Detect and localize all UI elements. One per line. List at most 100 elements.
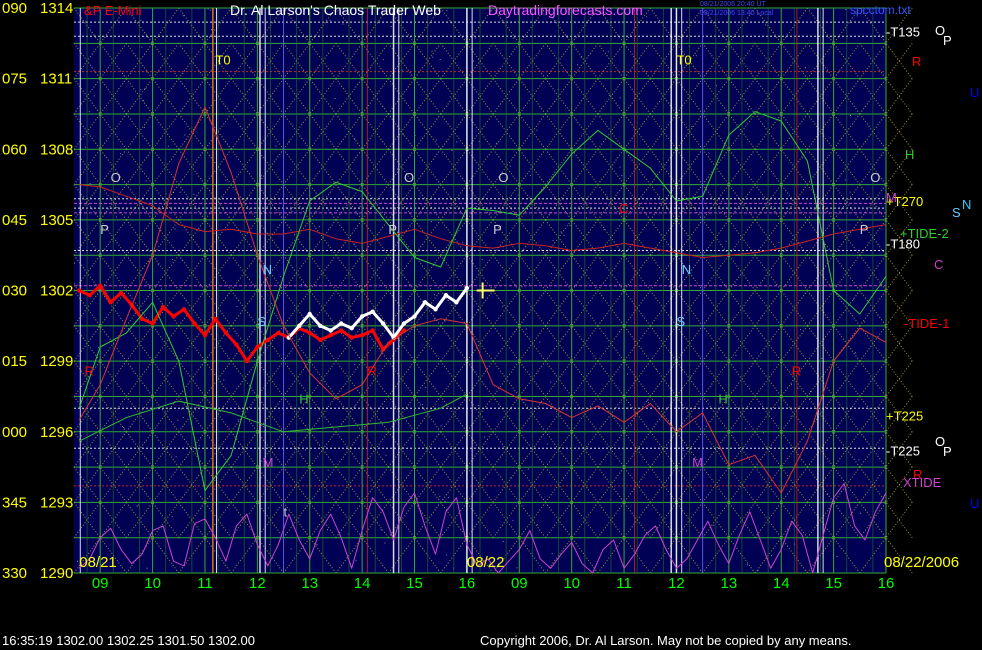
star-dot	[172, 259, 174, 260]
star-dot	[167, 145, 169, 147]
price-point	[328, 333, 333, 338]
star-dot	[290, 548, 292, 550]
star-dot	[771, 555, 772, 557]
side-legend-label: -TIDE-1	[904, 316, 950, 331]
price-point	[464, 285, 470, 291]
side-legend-label: P	[943, 444, 952, 459]
star-dot	[446, 554, 448, 556]
star-dot	[179, 191, 181, 193]
footer-copyright: Copyright 2006, Dr. Al Larson. May not b…	[480, 633, 851, 648]
star-dot	[161, 288, 162, 290]
star-dot	[446, 10, 448, 12]
level-label: -T225	[886, 444, 920, 459]
star-dot	[425, 386, 427, 388]
star-dot	[707, 399, 709, 401]
x-tick-label: 10	[144, 575, 161, 592]
star-dot	[502, 305, 504, 307]
x-tick-label: 09	[92, 575, 109, 592]
star-dot	[536, 129, 538, 131]
star-dot	[836, 556, 838, 557]
star-dot	[143, 126, 145, 128]
price-point	[181, 307, 187, 312]
star-dot	[854, 352, 856, 354]
star-dot	[116, 216, 117, 218]
star-dot	[344, 197, 346, 199]
price-point	[139, 316, 145, 321]
star-dot	[364, 426, 366, 428]
star-dot	[451, 150, 453, 151]
star-dot	[821, 357, 823, 359]
star-dot	[765, 24, 767, 26]
star-dot	[863, 321, 865, 323]
chart-marker-label: N	[263, 262, 272, 277]
star-dot	[275, 145, 277, 147]
star-dot	[509, 165, 511, 167]
star-dot	[327, 529, 328, 531]
star-dot	[182, 417, 184, 418]
star-dot	[725, 240, 727, 242]
date-label: 08/22	[467, 554, 505, 571]
chart-marker-label: S	[676, 314, 685, 329]
price-point	[255, 344, 260, 350]
star-dot	[193, 193, 195, 195]
star-dot	[293, 441, 295, 443]
star-dot	[88, 111, 90, 113]
star-dot	[175, 456, 177, 458]
star-dot	[260, 477, 262, 479]
star-dot	[149, 287, 151, 289]
star-dot	[758, 90, 760, 92]
star-dot	[502, 540, 504, 542]
star-dot	[791, 384, 792, 386]
y-tick-degree: 015	[2, 353, 27, 370]
y-tick-degree: 030	[2, 283, 27, 300]
x-tick-label: 13	[301, 575, 318, 592]
star-dot	[516, 567, 518, 569]
star-dot	[120, 153, 122, 155]
star-dot	[342, 23, 344, 25]
date-label: 08/22/2006	[884, 554, 959, 571]
star-dot	[439, 496, 441, 498]
star-dot	[181, 408, 183, 410]
price-point	[454, 300, 459, 305]
chart-marker-label: N	[682, 262, 691, 277]
x-tick-label: 12	[249, 575, 266, 592]
chart-marker-label: P	[100, 222, 109, 237]
star-dot	[359, 205, 361, 207]
star-dot	[144, 88, 146, 89]
header-site-link[interactable]: Daytradingforecasts.com	[488, 2, 643, 18]
price-point	[77, 288, 82, 293]
chart-marker-label: H	[299, 392, 308, 407]
y-tick-degree: 000	[2, 424, 27, 441]
star-dot	[607, 51, 609, 53]
star-dot	[137, 504, 139, 506]
x-tick-label: 14	[773, 575, 790, 592]
price-point	[234, 342, 239, 347]
star-dot	[456, 141, 458, 143]
star-dot	[80, 435, 82, 437]
star-dot	[551, 553, 553, 555]
star-dot	[550, 381, 552, 383]
star-dot	[123, 427, 125, 428]
chart-marker-label: M	[692, 455, 703, 470]
star-dot	[539, 341, 541, 343]
star-dot	[141, 46, 143, 48]
star-dot	[790, 415, 792, 417]
star-dot	[98, 347, 99, 349]
star-dot	[586, 217, 587, 219]
star-dot	[512, 37, 514, 39]
price-point	[265, 337, 270, 343]
chart-marker-label: R	[84, 363, 93, 378]
price-point	[433, 307, 438, 312]
star-dot	[305, 449, 306, 451]
star-dot	[524, 21, 526, 23]
price-point	[380, 321, 386, 326]
chart-marker-label: O	[498, 170, 508, 185]
star-dot	[477, 308, 479, 310]
star-dot	[447, 497, 449, 499]
chart-marker-label: M	[263, 455, 274, 470]
star-dot	[735, 355, 737, 357]
y-tick-degree: 345	[2, 494, 27, 511]
star-dot	[551, 273, 552, 274]
side-legend-label: XTIDE	[903, 475, 942, 490]
star-dot	[481, 258, 483, 260]
